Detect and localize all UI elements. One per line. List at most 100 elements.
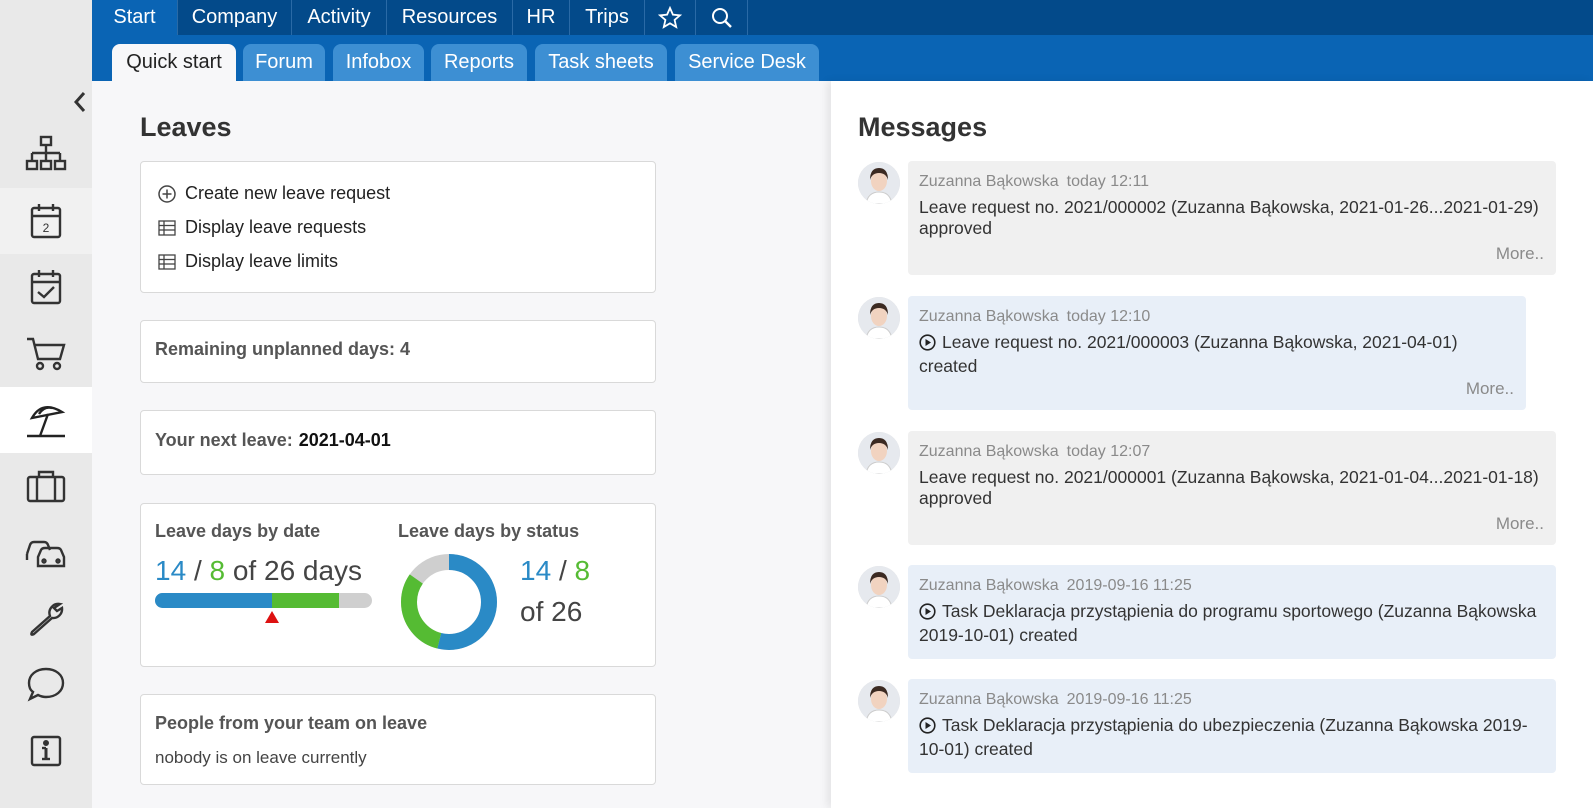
- display-leave-requests-label: Display leave requests: [185, 217, 367, 237]
- message-text: Leave request no. 2021/000001 (Zuzanna B…: [919, 467, 1539, 509]
- message-item[interactable]: Zuzanna Bąkowska today 12:10 Leave request…: [908, 296, 1526, 410]
- cart-icon[interactable]: [0, 320, 92, 386]
- message-time: 2019-09-16 11:25: [1066, 691, 1192, 708]
- remaining-days-label: Remaining unplanned days: 4: [155, 339, 411, 359]
- message-text-line: Task Deklaracja przystąpienia do program…: [942, 601, 1537, 621]
- more-link[interactable]: More..: [1496, 244, 1544, 264]
- info-icon[interactable]: [0, 718, 92, 784]
- leave-by-status-title: Leave days by status: [398, 521, 580, 541]
- next-leave-label: Your next leave:: [155, 430, 293, 450]
- play-circle-icon: [919, 603, 936, 625]
- message-meta: Zuzanna Bąkowska today 12:07: [919, 443, 1150, 461]
- team-on-leave-text: nobody is on leave currently: [155, 748, 367, 767]
- briefcase-icon[interactable]: [0, 453, 92, 519]
- planned-days-value: 8: [209, 555, 226, 586]
- avatar[interactable]: [858, 680, 900, 722]
- leave-stats-card: Leave days by date 14 / 8 of 26 days Lea…: [140, 503, 656, 667]
- message-text-line: created: [919, 356, 978, 376]
- status-used-value: 14: [520, 555, 552, 586]
- message-author: Zuzanna Bąkowska: [919, 308, 1059, 325]
- message-text-line: approved: [919, 488, 992, 508]
- leave-actions-card: Create new leave request Display leave r…: [140, 161, 656, 293]
- message-item[interactable]: Zuzanna Bąkowska 2019-09-16 11:25 Task Dek…: [908, 565, 1556, 659]
- tab-trips[interactable]: Trips: [570, 0, 645, 35]
- next-leave-date: 2021-04-01: [298, 430, 391, 450]
- calendar-icon[interactable]: 2: [0, 188, 92, 254]
- messages-pane: Messages Zuzanna Bąkowska today 12:11 Leav…: [831, 81, 1593, 808]
- message-text-line: Leave request no. 2021/000003 (Zuzanna B…: [942, 332, 1458, 352]
- message-author: Zuzanna Bąkowska: [919, 577, 1059, 594]
- message-item[interactable]: Zuzanna Bąkowska today 12:11 Leave request…: [908, 161, 1556, 275]
- message-text-line: Task Deklaracja przystąpienia do ubezpie…: [942, 715, 1528, 735]
- message-text: Task Deklaracja przystąpienia do ubezpie…: [919, 715, 1528, 760]
- display-leave-requests-link[interactable]: Display leave requests: [157, 217, 366, 238]
- more-link[interactable]: More..: [1496, 514, 1544, 534]
- avatar[interactable]: [858, 297, 900, 339]
- org-chart-icon[interactable]: [0, 122, 92, 188]
- status-total-text: of 26: [520, 596, 583, 627]
- sub-navigation: Quick start Forum Infobox Reports Task s…: [92, 35, 1593, 81]
- tab-service-desk[interactable]: Service Desk: [675, 44, 819, 81]
- message-text: Leave request no. 2021/000003 (Zuzanna B…: [919, 332, 1458, 377]
- tab-start[interactable]: Start: [92, 0, 178, 35]
- separator: /: [193, 555, 202, 586]
- team-on-leave-title: People from your team on leave: [155, 713, 428, 733]
- leave-status-donut: [401, 554, 497, 650]
- message-meta: Zuzanna Bąkowska today 12:11: [919, 173, 1149, 191]
- create-leave-request-link[interactable]: Create new leave request: [157, 183, 390, 204]
- play-circle-icon: [919, 334, 936, 356]
- message-time: 2019-09-16 11:25: [1066, 577, 1192, 594]
- cars-icon[interactable]: [0, 519, 92, 585]
- status-planned-value: 8: [574, 555, 591, 586]
- tab-quick-start[interactable]: Quick start: [112, 44, 236, 81]
- left-sidebar: 2: [0, 0, 92, 808]
- leave-days-progress-bar: [155, 593, 372, 608]
- team-on-leave-card: People from your team on leave nobody is…: [140, 694, 656, 785]
- tab-reports[interactable]: Reports: [431, 44, 527, 81]
- wrench-icon[interactable]: [0, 585, 92, 651]
- tab-activity[interactable]: Activity: [292, 0, 387, 35]
- next-leave-row: Your next leave: 2021-04-01: [155, 430, 391, 451]
- star-icon[interactable]: [645, 0, 696, 35]
- used-segment: [155, 593, 272, 608]
- message-meta: Zuzanna Bąkowska today 12:10: [919, 308, 1150, 326]
- next-leave-card: Your next leave: 2021-04-01: [140, 410, 656, 475]
- more-link[interactable]: More..: [1466, 379, 1514, 399]
- leave-by-status-summary: 14 / 8: [520, 555, 590, 587]
- tab-company[interactable]: Company: [178, 0, 292, 35]
- tab-forum[interactable]: Forum: [243, 44, 325, 81]
- tab-task-sheets[interactable]: Task sheets: [535, 44, 667, 81]
- message-item[interactable]: Zuzanna Bąkowska 2019-09-16 11:25 Task Dek…: [908, 679, 1556, 773]
- tab-resources[interactable]: Resources: [387, 0, 513, 35]
- message-text-line: 2019-10-01) created: [919, 625, 1078, 645]
- svg-text:2: 2: [43, 221, 50, 235]
- message-text-line: 10-01) created: [919, 739, 1033, 759]
- chat-icon[interactable]: [0, 651, 92, 717]
- message-text-line: approved: [919, 218, 992, 238]
- message-author: Zuzanna Bąkowska: [919, 443, 1059, 460]
- used-days-value: 14: [155, 555, 187, 586]
- message-item[interactable]: Zuzanna Bąkowska today 12:07 Leave request…: [908, 431, 1556, 545]
- message-meta: Zuzanna Bąkowska 2019-09-16 11:25: [919, 691, 1192, 709]
- message-text: Task Deklaracja przystąpienia do program…: [919, 601, 1536, 646]
- search-icon[interactable]: [696, 0, 748, 35]
- beach-umbrella-icon[interactable]: [0, 387, 92, 453]
- avatar[interactable]: [858, 566, 900, 608]
- message-text-line: Leave request no. 2021/000002 (Zuzanna B…: [919, 197, 1539, 217]
- status-separator: /: [558, 555, 567, 586]
- avatar[interactable]: [858, 162, 900, 204]
- plus-circle-icon: [158, 184, 176, 203]
- task-icon[interactable]: [0, 254, 92, 320]
- play-circle-icon: [919, 717, 936, 739]
- leave-by-date-title: Leave days by date: [155, 521, 321, 541]
- tab-infobox[interactable]: Infobox: [333, 44, 424, 81]
- table-icon: [158, 253, 176, 270]
- messages-title: Messages: [858, 112, 988, 142]
- remaining-days-card: Remaining unplanned days: 4: [140, 320, 656, 383]
- collapse-sidebar-chevron-left-icon[interactable]: [68, 88, 92, 116]
- tab-hr[interactable]: HR: [513, 0, 570, 35]
- message-text: Leave request no. 2021/000002 (Zuzanna B…: [919, 197, 1539, 239]
- display-leave-limits-link[interactable]: Display leave limits: [157, 251, 338, 272]
- avatar[interactable]: [858, 432, 900, 474]
- message-time: today 12:10: [1066, 308, 1151, 325]
